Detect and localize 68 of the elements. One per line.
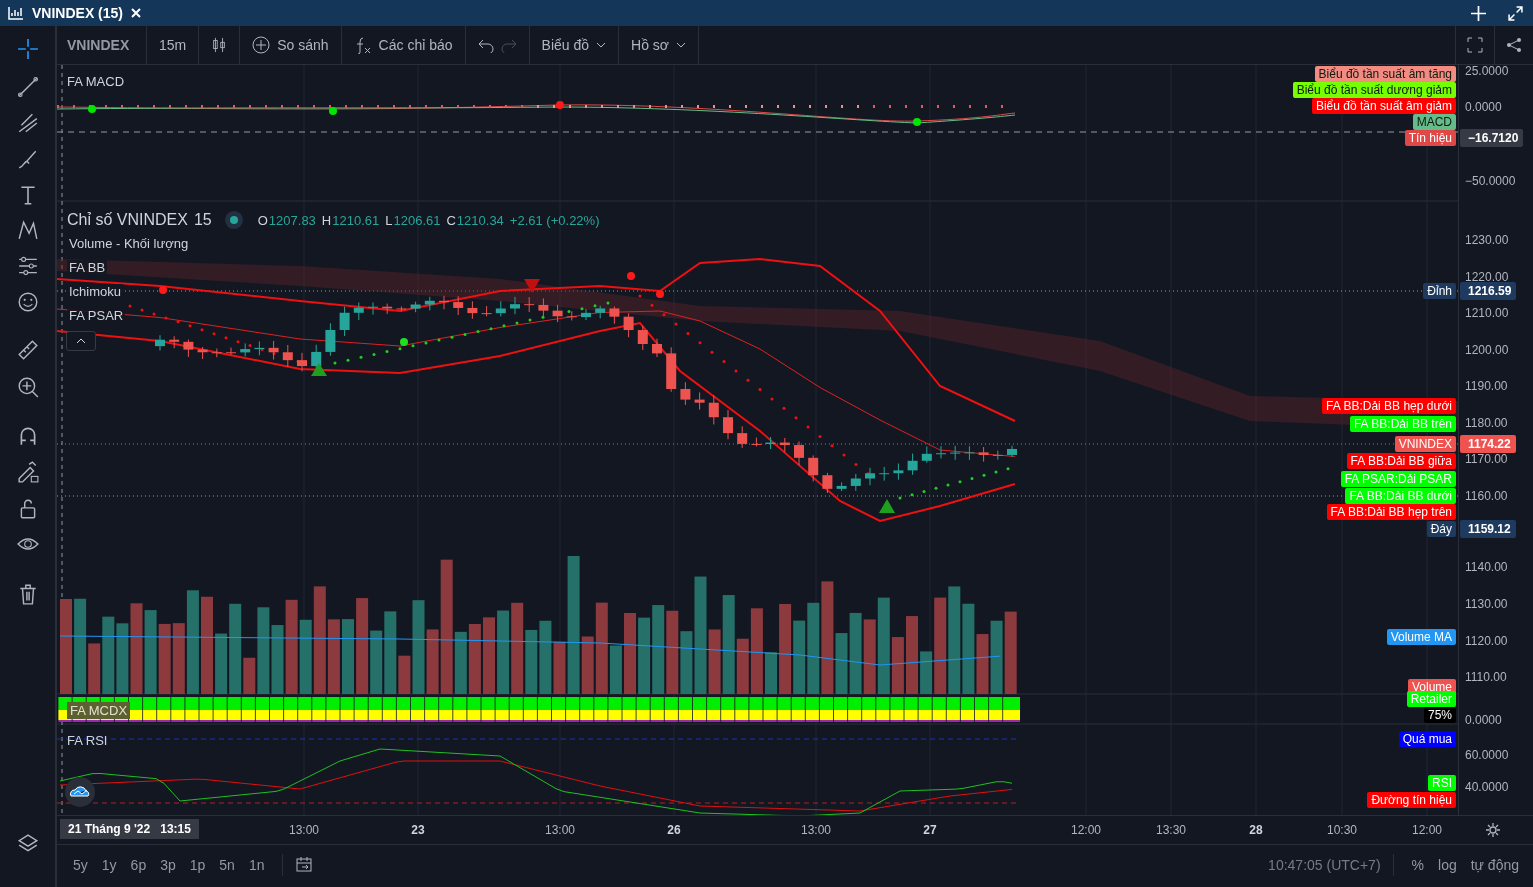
series-tag: Retailer (1406, 691, 1456, 707)
series-tag: FA BB:Dải BB trên (1349, 416, 1456, 432)
series-tag: Biểu đồ tần suất dương giảm (1292, 82, 1456, 98)
cursor-time-label: 21 Tháng 9 '22 13:15 (60, 819, 199, 839)
time-label: 10:30 (1327, 823, 1357, 837)
clock-label: 10:47:05 (UTC+7) (1268, 857, 1381, 873)
series-tag: Quá mua (1398, 731, 1456, 747)
log-button[interactable]: log (1432, 853, 1463, 877)
series-tag: Biểu đồ tần suất âm giảm (1311, 98, 1456, 114)
price-label: 1174.22 (1460, 435, 1516, 453)
tab-title[interactable]: VNINDEX (15) (32, 5, 124, 21)
indicator-label[interactable]: Volume - Khối lượng (67, 236, 191, 251)
range-button[interactable]: 1p (183, 853, 212, 877)
ohlc-value: C1210.34 (446, 212, 504, 228)
series-tag: FA PSAR:Dải PSAR (1340, 471, 1456, 487)
range-button[interactable]: 5n (213, 853, 241, 877)
time-label: 12:00 (1071, 823, 1101, 837)
series-tag: FA BB:Dải BB dưới (1345, 488, 1456, 504)
time-label: 23 (411, 823, 425, 837)
series-tag: Đỉnh (1423, 283, 1456, 299)
price-label: 1159.12 (1460, 520, 1516, 538)
range-button[interactable]: 5y (67, 853, 94, 877)
series-tag: Đáy (1426, 521, 1456, 537)
pane-title: FA RSI (67, 733, 108, 748)
series-tag: Biểu đồ tần suất âm tăng (1314, 66, 1456, 82)
interval-label: 15 (193, 211, 212, 229)
series-tag: 75% (1423, 707, 1456, 723)
profile-menu-button[interactable]: Hồ sơ (619, 26, 699, 64)
series-tag: FA BB:Dải BB hẹp trên (1326, 504, 1456, 520)
indicator-label[interactable]: Ichimoku (67, 284, 124, 299)
ohlc-value: O1207.83 (257, 212, 316, 228)
symbol-button[interactable]: VNINDEX (57, 26, 147, 64)
series-tag: FA BB:Dải BB hẹp dưới (1322, 398, 1456, 414)
series-tag: MACD (1412, 114, 1456, 130)
series-tag: VNINDEX (1394, 436, 1456, 452)
price-label: 1216.59 (1460, 282, 1517, 300)
time-label: 12:00 (1412, 823, 1442, 837)
percent-button[interactable]: % (1405, 853, 1430, 877)
time-label: 27 (923, 823, 937, 837)
price-change: +2.61 (+0.22%) (509, 212, 600, 228)
ohlc-value: L1206.61 (385, 212, 441, 228)
chart-menu-button[interactable]: Biểu đồ (529, 26, 620, 64)
series-tag: Volume MA (1386, 629, 1456, 645)
time-label: 28 (1249, 823, 1263, 837)
time-label: 13:30 (1156, 823, 1186, 837)
symbol-name: Chỉ số VNINDEX (67, 211, 188, 229)
auto-scale-button[interactable]: tự động (1464, 853, 1525, 877)
series-tag: Tín hiệu (1404, 130, 1456, 146)
range-button[interactable]: 1n (242, 853, 271, 877)
series-tag: FA BB:Dải BB giữa (1346, 453, 1456, 469)
pane-title: FA MCDX (67, 702, 131, 719)
range-button[interactable]: 6p (124, 853, 153, 877)
indicator-label[interactable]: FA BB (67, 260, 108, 275)
indicators-button[interactable]: Các chỉ báo (341, 26, 466, 64)
range-button[interactable]: 1y (95, 853, 123, 877)
range-button[interactable]: 3p (154, 853, 182, 877)
time-label: 13:00 (545, 823, 575, 837)
time-label: 13:00 (289, 823, 319, 837)
ohlc-value: H 1210.61 (321, 212, 380, 228)
interval-button[interactable]: 15m (147, 26, 200, 64)
compare-button[interactable]: So sánh (240, 26, 342, 64)
pane-title: FA MACD (67, 74, 125, 89)
indicator-label[interactable]: FA PSAR (67, 308, 126, 323)
price-label: −16.7120 (1460, 129, 1524, 147)
series-tag: Đường tín hiệu (1367, 792, 1456, 808)
time-label: 26 (667, 823, 681, 837)
series-tag: RSI (1428, 775, 1456, 791)
time-label: 13:00 (801, 823, 831, 837)
